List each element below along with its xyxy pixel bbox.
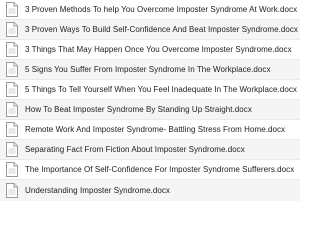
file-name: 3 Things That May Happen Once You Overco… bbox=[25, 44, 292, 54]
docx-document-icon bbox=[6, 102, 18, 117]
file-name: 5 Things To Tell Yourself When You Feel … bbox=[25, 84, 297, 94]
file-row[interactable]: 3 Proven Ways To Build Self-Confidence A… bbox=[0, 20, 300, 40]
file-name: 3 Proven Methods To help You Overcome Im… bbox=[25, 4, 298, 14]
file-name: 5 Signs You Suffer From Imposter Syndrom… bbox=[25, 64, 271, 74]
file-row[interactable]: 3 Proven Methods To help You Overcome Im… bbox=[0, 0, 300, 20]
file-row[interactable]: Remote Work And Imposter Syndrome- Battl… bbox=[0, 120, 300, 140]
docx-document-icon bbox=[6, 122, 18, 137]
file-row[interactable]: 5 Things To Tell Yourself When You Feel … bbox=[0, 80, 300, 100]
file-name: Separating Fact From Fiction About Impos… bbox=[25, 144, 245, 154]
docx-document-icon bbox=[6, 183, 18, 198]
docx-document-icon bbox=[6, 22, 18, 37]
file-row[interactable]: 5 Signs You Suffer From Imposter Syndrom… bbox=[0, 60, 300, 80]
docx-document-icon bbox=[6, 42, 18, 57]
file-row[interactable]: How To Beat Imposter Syndrome By Standin… bbox=[0, 100, 300, 120]
docx-document-icon bbox=[6, 82, 18, 97]
file-row[interactable]: Understanding Imposter Syndrome.docx bbox=[0, 180, 300, 201]
docx-document-icon bbox=[6, 142, 18, 157]
file-row[interactable]: Separating Fact From Fiction About Impos… bbox=[0, 140, 300, 160]
file-list: 3 Proven Methods To help You Overcome Im… bbox=[0, 0, 300, 201]
file-name: 3 Proven Ways To Build Self-Confidence A… bbox=[25, 24, 298, 34]
file-row[interactable]: The Importance Of Self-Confidence For Im… bbox=[0, 160, 300, 180]
file-name: Understanding Imposter Syndrome.docx bbox=[25, 185, 170, 195]
file-name: How To Beat Imposter Syndrome By Standin… bbox=[25, 104, 252, 114]
file-row[interactable]: 3 Things That May Happen Once You Overco… bbox=[0, 40, 300, 60]
file-name: Remote Work And Imposter Syndrome- Battl… bbox=[25, 124, 286, 134]
docx-document-icon bbox=[6, 162, 18, 177]
docx-document-icon bbox=[6, 62, 18, 77]
docx-document-icon bbox=[6, 2, 18, 17]
file-name: The Importance Of Self-Confidence For Im… bbox=[25, 164, 295, 174]
